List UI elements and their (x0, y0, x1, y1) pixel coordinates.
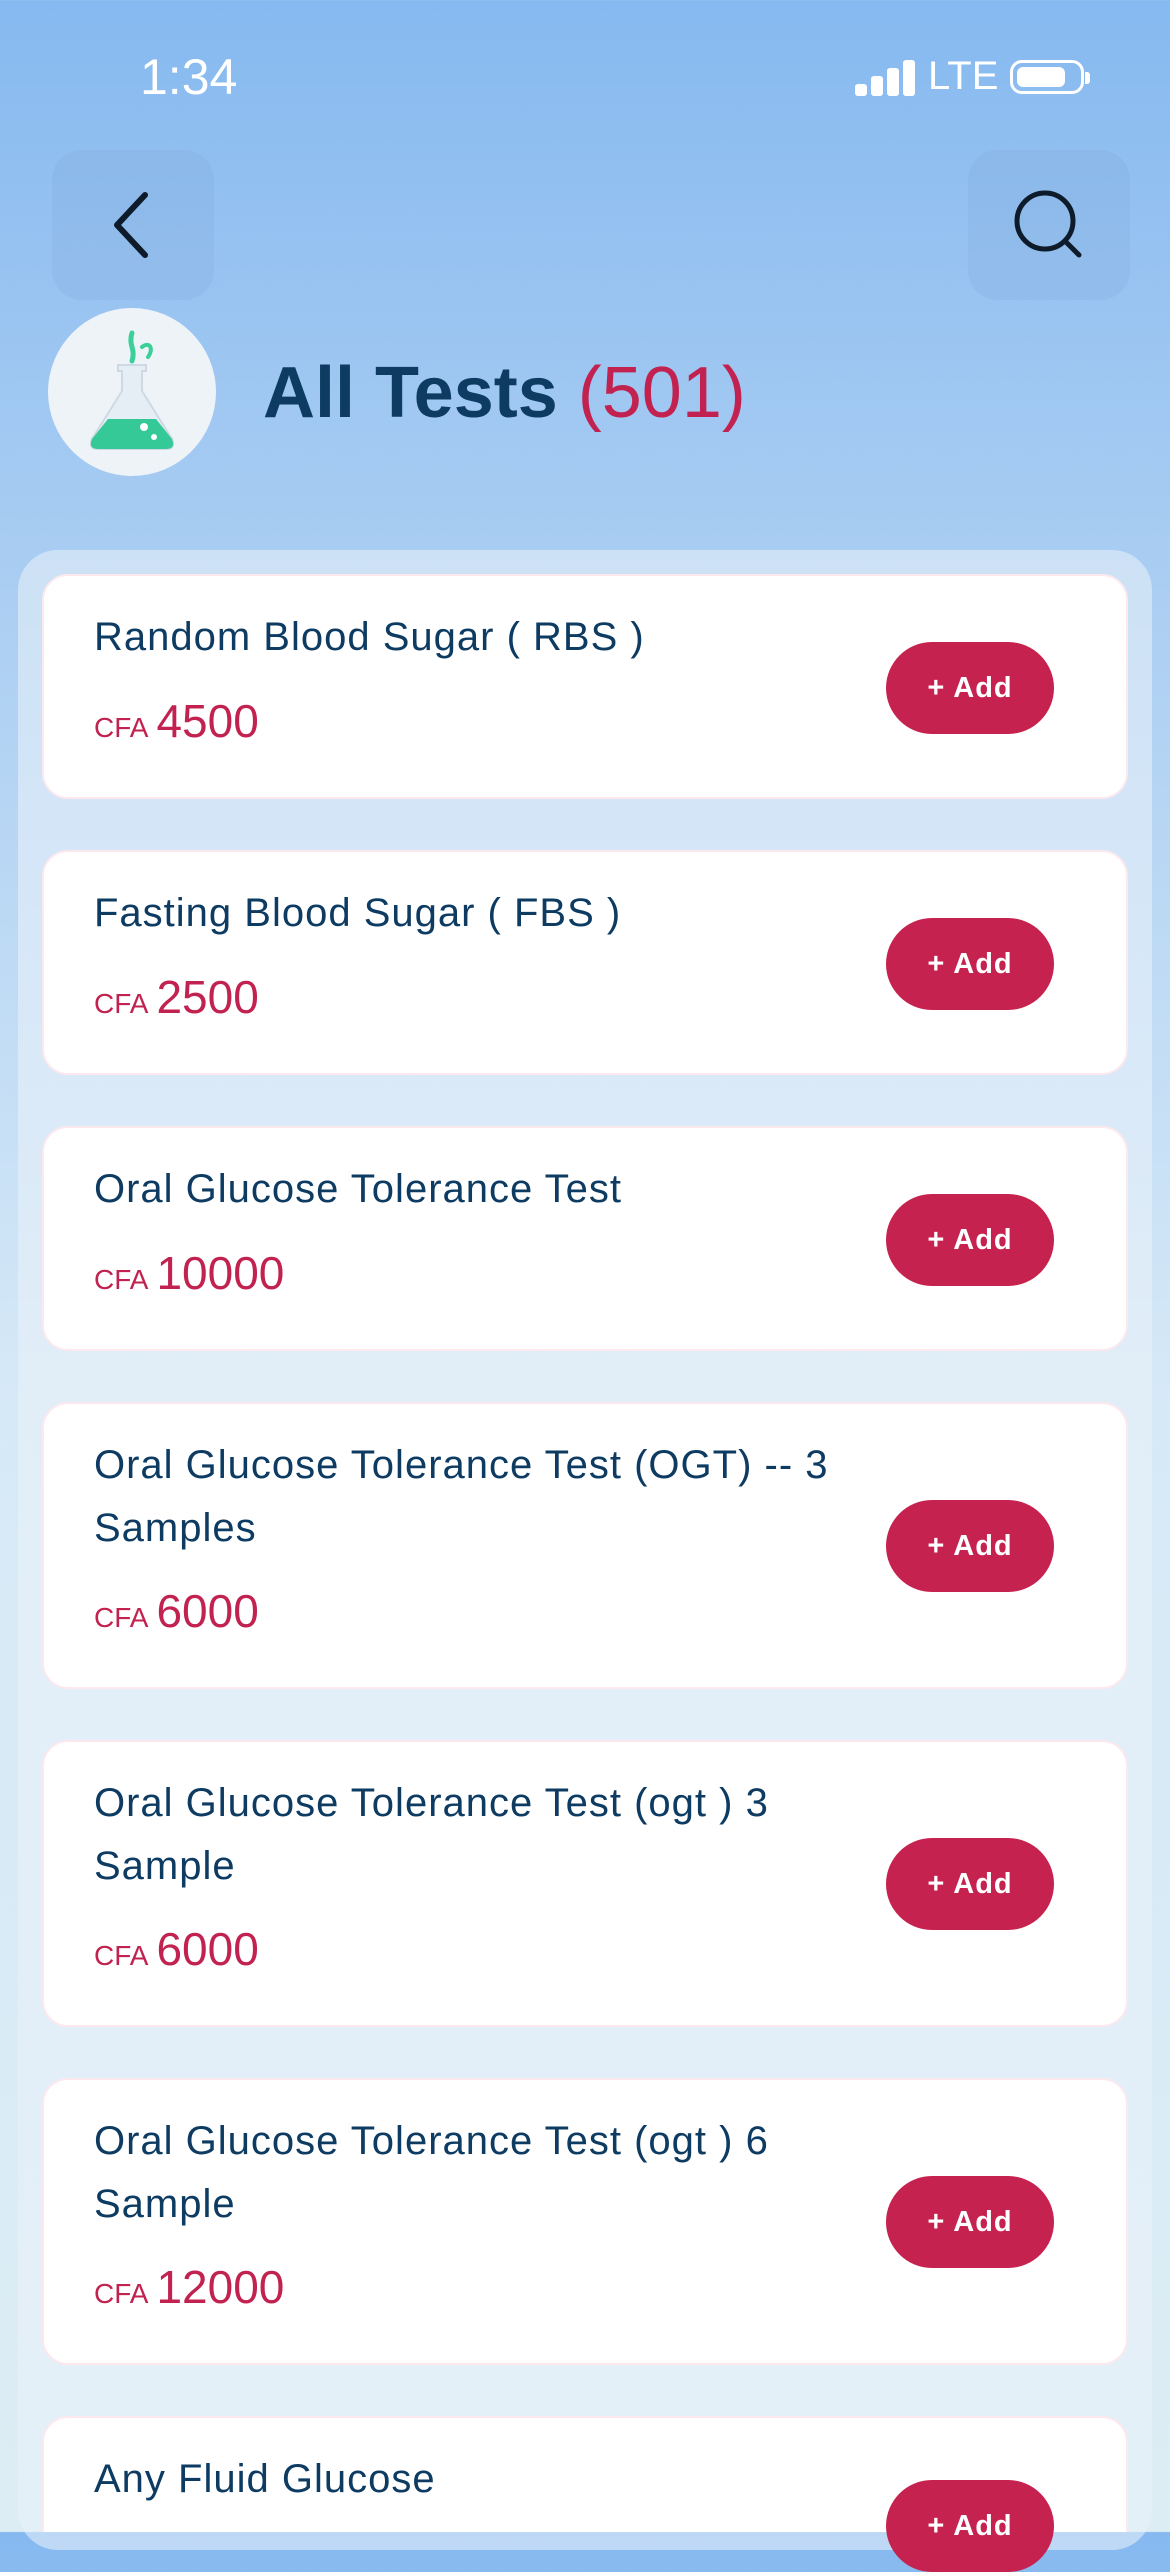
test-count: (501) (577, 353, 746, 433)
price-value: 10000 (156, 1247, 285, 1299)
status-time: 1:34 (140, 49, 238, 105)
add-button[interactable]: + Add (886, 1500, 1054, 1592)
test-name: Random Blood Sugar ( RBS ) (94, 615, 645, 659)
test-name: Oral Glucose Tolerance Test (OGT) -- 3 S… (94, 1443, 829, 1550)
page-title: All Tests (501) (263, 352, 746, 434)
add-button[interactable]: + Add (886, 1838, 1054, 1930)
test-card[interactable]: Oral Glucose Tolerance Test (ogt ) 3 Sam… (42, 1740, 1128, 2027)
test-name: Fasting Blood Sugar ( FBS ) (94, 891, 622, 935)
price-value: 6000 (156, 1585, 259, 1637)
search-icon (1014, 190, 1082, 258)
chevron-left-icon (114, 192, 148, 258)
battery-icon (1010, 60, 1090, 94)
add-button[interactable]: + Add (886, 1194, 1054, 1286)
price-value: 12000 (156, 2261, 285, 2313)
category-avatar (48, 308, 216, 476)
test-card[interactable]: Random Blood Sugar ( RBS ) CFA 4500 + Add (42, 574, 1128, 799)
test-name: Any Fluid Glucose (94, 2457, 436, 2501)
test-name: Oral Glucose Tolerance Test (ogt ) 3 Sam… (94, 1781, 769, 1888)
test-price: CFA 12000 (94, 2260, 284, 2314)
test-price: CFA 2500 (94, 970, 259, 1024)
price-value: 6000 (156, 1923, 259, 1975)
test-price: CFA 6000 (94, 1922, 259, 1976)
test-price: CFA 4500 (94, 694, 259, 748)
test-price: CFA 10000 (94, 1246, 284, 1300)
test-card[interactable]: Fasting Blood Sugar ( FBS ) CFA 2500 + Ad… (42, 850, 1128, 1075)
test-card[interactable]: Oral Glucose Tolerance Test CFA 10000 + A… (42, 1126, 1128, 1351)
network-label: LTE (928, 54, 999, 98)
price-value: 4500 (156, 695, 259, 747)
test-price: CFA 6000 (94, 1584, 259, 1638)
flask-icon (89, 330, 175, 450)
currency-label: CFA (94, 1940, 149, 1971)
add-button[interactable]: + Add (886, 918, 1054, 1010)
signal-icon (855, 60, 917, 96)
currency-label: CFA (94, 1602, 149, 1633)
search-button[interactable] (968, 150, 1130, 300)
currency-label: CFA (94, 1264, 149, 1295)
test-name: Oral Glucose Tolerance Test (ogt ) 6 Sam… (94, 2119, 769, 2226)
status-bar: 1:34 LTE (0, 0, 1170, 150)
back-button[interactable] (52, 150, 214, 300)
price-value: 2500 (156, 971, 259, 1023)
test-name: Oral Glucose Tolerance Test (94, 1167, 622, 1211)
add-button[interactable]: + Add (886, 2176, 1054, 2268)
test-card[interactable]: Oral Glucose Tolerance Test (ogt ) 6 Sam… (42, 2078, 1128, 2365)
add-button[interactable]: + Add (886, 642, 1054, 734)
currency-label: CFA (94, 988, 149, 1019)
currency-label: CFA (94, 712, 149, 743)
page-title-text: All Tests (263, 353, 558, 433)
add-button[interactable]: + Add (886, 2480, 1054, 2572)
test-card[interactable]: Oral Glucose Tolerance Test (OGT) -- 3 S… (42, 1402, 1128, 1689)
currency-label: CFA (94, 2278, 149, 2309)
test-card[interactable]: Any Fluid Glucose + Add (42, 2416, 1128, 2572)
